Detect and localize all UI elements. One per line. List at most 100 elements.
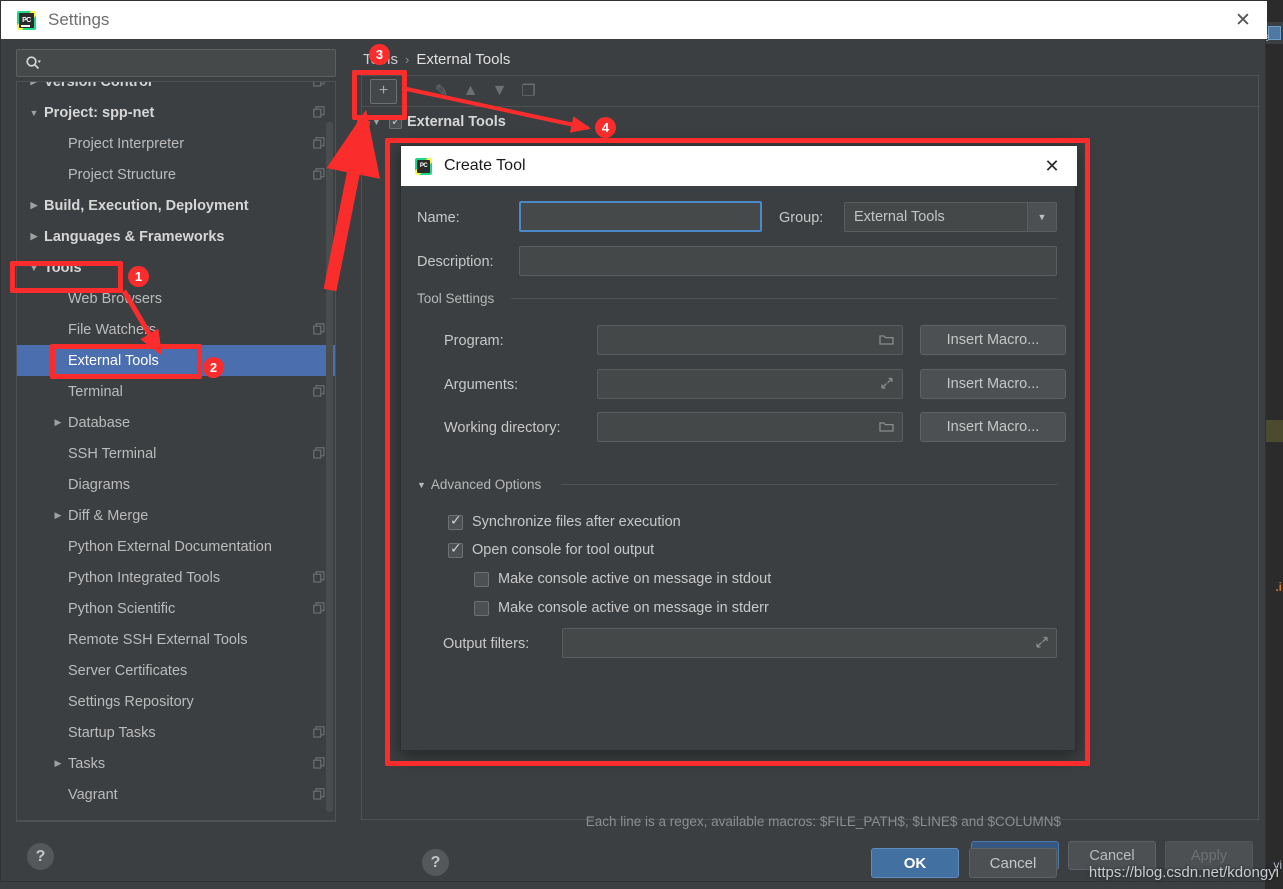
description-input[interactable]: [519, 246, 1057, 276]
sidebar-item-python-external-documentation[interactable]: Python External Documentation: [17, 531, 336, 562]
checkbox-open-console[interactable]: Open console for tool output: [448, 542, 654, 558]
sidebar-item-settings-repository[interactable]: Settings Repository: [17, 686, 336, 717]
dialog-cancel-button[interactable]: Cancel: [969, 848, 1057, 878]
sidebar-item-label: Version Control: [44, 81, 152, 90]
arguments-input[interactable]: [597, 369, 903, 399]
sidebar-item-label: Terminal: [68, 384, 123, 400]
checkbox-console-active-stdout[interactable]: Make console active on message in stdout: [474, 571, 771, 587]
tree-spacer: [51, 447, 65, 461]
sidebar-item-tools[interactable]: ▼Tools: [17, 252, 336, 283]
checkbox-box[interactable]: [448, 515, 463, 530]
tree-spacer: [51, 602, 65, 616]
tree-spacer: [51, 354, 65, 368]
sidebar-item-remote-ssh-external-tools[interactable]: Remote SSH External Tools: [17, 624, 336, 655]
sidebar-item-python-integrated-tools[interactable]: Python Integrated Tools: [17, 562, 336, 593]
copy-settings-icon: [313, 168, 325, 180]
tree-spacer: [51, 292, 65, 306]
sidebar-item-build-execution-deployment[interactable]: ▶Build, Execution, Deployment: [17, 190, 336, 221]
search-box[interactable]: [16, 49, 336, 77]
tree-spacer: [51, 385, 65, 399]
advanced-options-group-title[interactable]: ▼ Advanced Options: [417, 477, 548, 492]
help-button[interactable]: ?: [27, 843, 54, 870]
close-icon[interactable]: ✕: [1041, 156, 1063, 176]
sidebar-item-project-interpreter[interactable]: Project Interpreter: [17, 128, 336, 159]
working-directory-insert-macro-button[interactable]: Insert Macro...: [920, 412, 1066, 442]
sidebar-item-label: SSH Terminal: [68, 446, 156, 462]
breadcrumb-parent[interactable]: Tools: [363, 51, 398, 68]
copy-settings-icon: [313, 447, 325, 459]
chevron-down-icon[interactable]: ▼: [27, 106, 41, 120]
checkbox-synchronize-files[interactable]: Synchronize files after execution: [448, 514, 681, 530]
tree-spacer: [51, 726, 65, 740]
chevron-right-icon[interactable]: ▶: [27, 81, 41, 89]
cancel-button[interactable]: Cancel: [1068, 841, 1156, 870]
sidebar-item-languages-frameworks[interactable]: ▶Languages & Frameworks: [17, 221, 336, 252]
tool-settings-group-title: Tool Settings: [417, 291, 501, 306]
checkbox-box[interactable]: [448, 543, 463, 558]
sidebar-item-python-scientific[interactable]: Python Scientific: [17, 593, 336, 624]
sidebar-item-label: Python Scientific: [68, 601, 175, 617]
name-input[interactable]: [519, 201, 762, 232]
sidebar-item-label: Diagrams: [68, 477, 130, 493]
checkbox-box[interactable]: [474, 601, 489, 616]
background-highlight-stripe: [1265, 420, 1283, 442]
settings-titlebar: PC Settings ✕: [1, 1, 1267, 39]
sidebar-item-server-certificates[interactable]: Server Certificates: [17, 655, 336, 686]
settings-tree[interactable]: ▶Version Control▼Project: spp-netProject…: [16, 81, 336, 821]
checkbox-label: Open console for tool output: [472, 542, 654, 558]
chevron-down-icon[interactable]: ▼: [417, 480, 426, 490]
sidebar-item-web-browsers[interactable]: Web Browsers: [17, 283, 336, 314]
sidebar-item-label: Tasks: [68, 756, 105, 772]
sidebar-item-tasks[interactable]: ▶Tasks: [17, 748, 336, 779]
output-filters-input[interactable]: [562, 628, 1057, 658]
sidebar-item-database[interactable]: ▶Database: [17, 407, 336, 438]
chevron-right-icon[interactable]: ▶: [51, 416, 65, 430]
window-title: Settings: [48, 10, 109, 30]
sidebar-item-file-watchers[interactable]: File Watchers: [17, 314, 336, 345]
sidebar-item-diff-merge[interactable]: ▶Diff & Merge: [17, 500, 336, 531]
sidebar-item-terminal[interactable]: Terminal: [17, 376, 336, 407]
chevron-down-icon[interactable]: ▼: [27, 261, 41, 275]
arguments-insert-macro-button[interactable]: Insert Macro...: [920, 369, 1066, 399]
remove-button: −: [399, 79, 426, 104]
sidebar-item-version-control[interactable]: ▶Version Control: [17, 81, 336, 97]
chevron-right-icon[interactable]: ▶: [51, 509, 65, 523]
checkbox-box[interactable]: [474, 572, 489, 587]
dialog-help-button[interactable]: ?: [422, 849, 449, 876]
breadcrumb-current: External Tools: [416, 51, 510, 68]
add-button[interactable]: +: [370, 79, 397, 104]
checkbox-console-active-stderr[interactable]: Make console active on message in stderr: [474, 600, 769, 616]
close-icon[interactable]: ✕: [1231, 9, 1255, 31]
copy-settings-icon: [313, 757, 325, 769]
external-tools-tree-node[interactable]: ▼ External Tools: [372, 114, 506, 130]
search-input[interactable]: [41, 56, 335, 71]
chevron-right-icon[interactable]: ▶: [27, 199, 41, 213]
sidebar-item-project-spp-net[interactable]: ▼Project: spp-net: [17, 97, 336, 128]
tree-scrollbar[interactable]: [326, 122, 333, 812]
sidebar-item-label: Web Browsers: [68, 291, 162, 307]
sidebar-item-external-tools[interactable]: External Tools: [17, 345, 336, 376]
checkbox-label: Make console active on message in stdout: [498, 571, 771, 587]
chevron-right-icon[interactable]: ▶: [27, 230, 41, 244]
sidebar-item-project-structure[interactable]: Project Structure: [17, 159, 336, 190]
external-tools-node-checkbox[interactable]: [389, 116, 402, 129]
dialog-ok-button[interactable]: OK: [871, 848, 959, 878]
program-input[interactable]: [597, 325, 903, 355]
sidebar-item-ssh-terminal[interactable]: SSH Terminal: [17, 438, 336, 469]
sidebar-item-label: Python External Documentation: [68, 539, 272, 555]
sidebar-item-label: Python Integrated Tools: [68, 570, 220, 586]
chevron-down-icon[interactable]: ▼: [372, 117, 384, 127]
chevron-down-icon[interactable]: ▼: [1027, 203, 1056, 231]
sidebar-item-startup-tasks[interactable]: Startup Tasks: [17, 717, 336, 748]
sidebar-item-label: Server Certificates: [68, 663, 187, 679]
sidebar-item-vagrant[interactable]: Vagrant: [17, 779, 336, 810]
dialog-title: Create Tool: [444, 157, 526, 175]
program-insert-macro-button[interactable]: Insert Macro...: [920, 325, 1066, 355]
working-directory-input[interactable]: [597, 412, 903, 442]
copy-settings-icon: [313, 726, 325, 738]
copy-settings-icon: [313, 788, 325, 800]
sidebar-item-diagrams[interactable]: Diagrams: [17, 469, 336, 500]
chevron-right-icon[interactable]: ▶: [51, 757, 65, 771]
group-select[interactable]: External Tools ▼: [844, 202, 1057, 232]
move-down-button: ▼: [486, 79, 513, 104]
